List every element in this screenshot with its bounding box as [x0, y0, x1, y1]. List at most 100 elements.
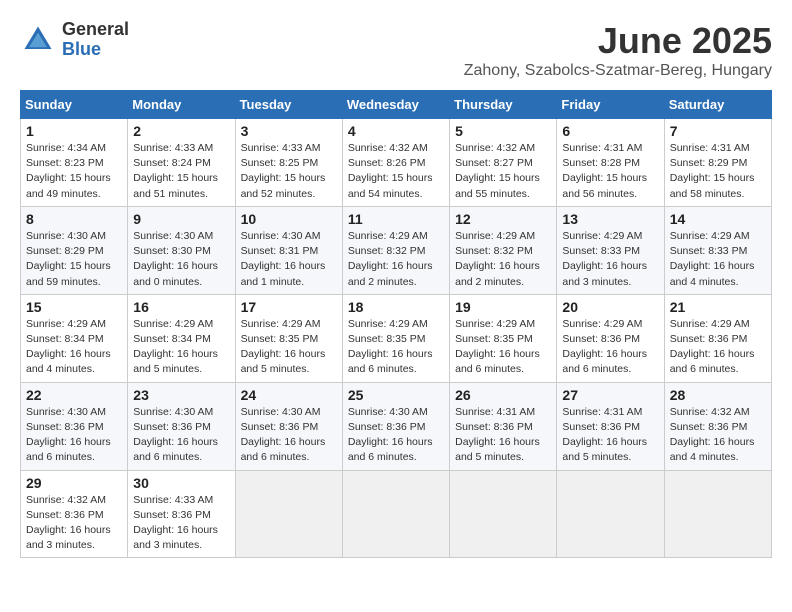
calendar-cell: 7Sunrise: 4:31 AMSunset: 8:29 PMDaylight…	[664, 119, 771, 207]
day-number: 8	[26, 211, 122, 227]
day-number: 2	[133, 123, 229, 139]
day-info: Sunrise: 4:30 AMSunset: 8:36 PMDaylight:…	[241, 405, 337, 466]
day-number: 21	[670, 299, 766, 315]
day-header-wednesday: Wednesday	[342, 91, 449, 119]
calendar-cell: 11 Sunrise: 4:29 AMSunset: 8:32 PMDayligh…	[342, 206, 449, 294]
day-info: Sunrise: 4:32 AMSunset: 8:26 PMDaylight:…	[348, 141, 444, 202]
day-number: 27	[562, 387, 658, 403]
day-number: 29	[26, 475, 122, 491]
calendar-cell	[664, 470, 771, 558]
calendar-week-row: 1Sunrise: 4:34 AMSunset: 8:23 PMDaylight…	[21, 119, 772, 207]
day-info: Sunrise: 4:30 AMSunset: 8:31 PMDaylight:…	[241, 229, 337, 290]
day-info: Sunrise: 4:29 AMSunset: 8:32 PMDaylight:…	[348, 229, 444, 290]
day-info: Sunrise: 4:30 AMSunset: 8:36 PMDaylight:…	[26, 405, 122, 466]
calendar-cell	[450, 470, 557, 558]
calendar-cell	[557, 470, 664, 558]
day-number: 20	[562, 299, 658, 315]
logo-text: General Blue	[62, 20, 129, 60]
day-header-saturday: Saturday	[664, 91, 771, 119]
day-info: Sunrise: 4:30 AMSunset: 8:36 PMDaylight:…	[133, 405, 229, 466]
day-info: Sunrise: 4:33 AMSunset: 8:24 PMDaylight:…	[133, 141, 229, 202]
calendar-cell: 12 Sunrise: 4:29 AMSunset: 8:32 PMDayligh…	[450, 206, 557, 294]
day-number: 6	[562, 123, 658, 139]
calendar-week-row: 15 Sunrise: 4:29 AMSunset: 8:34 PMDayligh…	[21, 294, 772, 382]
calendar-cell: 3 Sunrise: 4:33 AMSunset: 8:25 PMDaylight…	[235, 119, 342, 207]
day-info: Sunrise: 4:32 AMSunset: 8:27 PMDaylight:…	[455, 141, 551, 202]
day-number: 24	[241, 387, 337, 403]
day-info: Sunrise: 4:30 AMSunset: 8:29 PMDaylight:…	[26, 229, 122, 290]
day-number: 9	[133, 211, 229, 227]
day-info: Sunrise: 4:29 AMSunset: 8:36 PMDaylight:…	[562, 317, 658, 378]
calendar-cell: 2 Sunrise: 4:33 AMSunset: 8:24 PMDaylight…	[128, 119, 235, 207]
calendar-cell: 5 Sunrise: 4:32 AMSunset: 8:27 PMDaylight…	[450, 119, 557, 207]
day-header-sunday: Sunday	[21, 91, 128, 119]
day-info: Sunrise: 4:31 AMSunset: 8:29 PMDaylight:…	[670, 141, 766, 202]
day-info: Sunrise: 4:29 AMSunset: 8:32 PMDaylight:…	[455, 229, 551, 290]
day-number: 5	[455, 123, 551, 139]
logo-blue-text: Blue	[62, 40, 129, 60]
day-info: Sunrise: 4:29 AMSunset: 8:33 PMDaylight:…	[562, 229, 658, 290]
day-info: Sunrise: 4:29 AMSunset: 8:35 PMDaylight:…	[455, 317, 551, 378]
calendar-cell: 21Sunrise: 4:29 AMSunset: 8:36 PMDayligh…	[664, 294, 771, 382]
day-info: Sunrise: 4:29 AMSunset: 8:35 PMDaylight:…	[241, 317, 337, 378]
day-number: 10	[241, 211, 337, 227]
day-header-thursday: Thursday	[450, 91, 557, 119]
day-number: 11	[348, 211, 444, 227]
calendar-cell: 13 Sunrise: 4:29 AMSunset: 8:33 PMDayligh…	[557, 206, 664, 294]
day-info: Sunrise: 4:29 AMSunset: 8:34 PMDaylight:…	[26, 317, 122, 378]
calendar-cell	[235, 470, 342, 558]
calendar-cell: 25Sunrise: 4:30 AMSunset: 8:36 PMDayligh…	[342, 382, 449, 470]
day-number: 28	[670, 387, 766, 403]
day-info: Sunrise: 4:31 AMSunset: 8:36 PMDaylight:…	[562, 405, 658, 466]
calendar-cell: 8 Sunrise: 4:30 AMSunset: 8:29 PMDaylight…	[21, 206, 128, 294]
day-info: Sunrise: 4:31 AMSunset: 8:36 PMDaylight:…	[455, 405, 551, 466]
day-number: 22	[26, 387, 122, 403]
calendar-subtitle: Zahony, Szabolcs-Szatmar-Bereg, Hungary	[464, 62, 772, 80]
day-info: Sunrise: 4:30 AMSunset: 8:36 PMDaylight:…	[348, 405, 444, 466]
calendar-cell: 24 Sunrise: 4:30 AMSunset: 8:36 PMDayligh…	[235, 382, 342, 470]
day-number: 12	[455, 211, 551, 227]
calendar-cell: 14 Sunrise: 4:29 AMSunset: 8:33 PMDayligh…	[664, 206, 771, 294]
day-number: 1	[26, 123, 122, 139]
calendar-cell: 1Sunrise: 4:34 AMSunset: 8:23 PMDaylight…	[21, 119, 128, 207]
day-number: 16	[133, 299, 229, 315]
day-number: 14	[670, 211, 766, 227]
day-info: Sunrise: 4:31 AMSunset: 8:28 PMDaylight:…	[562, 141, 658, 202]
calendar-cell: 17 Sunrise: 4:29 AMSunset: 8:35 PMDayligh…	[235, 294, 342, 382]
calendar-cell: 6 Sunrise: 4:31 AMSunset: 8:28 PMDaylight…	[557, 119, 664, 207]
day-info: Sunrise: 4:33 AMSunset: 8:25 PMDaylight:…	[241, 141, 337, 202]
day-header-friday: Friday	[557, 91, 664, 119]
calendar-cell: 18Sunrise: 4:29 AMSunset: 8:35 PMDayligh…	[342, 294, 449, 382]
calendar-cell	[342, 470, 449, 558]
calendar-cell: 19Sunrise: 4:29 AMSunset: 8:35 PMDayligh…	[450, 294, 557, 382]
day-info: Sunrise: 4:33 AMSunset: 8:36 PMDaylight:…	[133, 493, 229, 554]
calendar-table: SundayMondayTuesdayWednesdayThursdayFrid…	[20, 90, 772, 558]
day-number: 15	[26, 299, 122, 315]
calendar-cell: 16 Sunrise: 4:29 AMSunset: 8:34 PMDayligh…	[128, 294, 235, 382]
day-info: Sunrise: 4:29 AMSunset: 8:34 PMDaylight:…	[133, 317, 229, 378]
day-number: 3	[241, 123, 337, 139]
calendar-cell: 28 Sunrise: 4:32 AMSunset: 8:36 PMDayligh…	[664, 382, 771, 470]
calendar-week-row: 8 Sunrise: 4:30 AMSunset: 8:29 PMDaylight…	[21, 206, 772, 294]
calendar-cell: 26 Sunrise: 4:31 AMSunset: 8:36 PMDayligh…	[450, 382, 557, 470]
calendar-cell: 23 Sunrise: 4:30 AMSunset: 8:36 PMDayligh…	[128, 382, 235, 470]
calendar-cell: 9Sunrise: 4:30 AMSunset: 8:30 PMDaylight…	[128, 206, 235, 294]
day-number: 13	[562, 211, 658, 227]
calendar-cell: 20 Sunrise: 4:29 AMSunset: 8:36 PMDayligh…	[557, 294, 664, 382]
day-number: 23	[133, 387, 229, 403]
day-info: Sunrise: 4:29 AMSunset: 8:33 PMDaylight:…	[670, 229, 766, 290]
calendar-cell: 4Sunrise: 4:32 AMSunset: 8:26 PMDaylight…	[342, 119, 449, 207]
day-number: 17	[241, 299, 337, 315]
logo-icon	[20, 22, 56, 58]
day-number: 30	[133, 475, 229, 491]
day-number: 26	[455, 387, 551, 403]
logo: General Blue	[20, 20, 129, 60]
calendar-cell: 27 Sunrise: 4:31 AMSunset: 8:36 PMDayligh…	[557, 382, 664, 470]
calendar-cell: 30 Sunrise: 4:33 AMSunset: 8:36 PMDayligh…	[128, 470, 235, 558]
day-info: Sunrise: 4:29 AMSunset: 8:35 PMDaylight:…	[348, 317, 444, 378]
calendar-header-row: SundayMondayTuesdayWednesdayThursdayFrid…	[21, 91, 772, 119]
calendar-week-row: 29Sunrise: 4:32 AMSunset: 8:36 PMDayligh…	[21, 470, 772, 558]
page-header: General Blue June 2025 Zahony, Szabolcs-…	[20, 20, 772, 80]
day-info: Sunrise: 4:32 AMSunset: 8:36 PMDaylight:…	[670, 405, 766, 466]
calendar-cell: 10 Sunrise: 4:30 AMSunset: 8:31 PMDayligh…	[235, 206, 342, 294]
